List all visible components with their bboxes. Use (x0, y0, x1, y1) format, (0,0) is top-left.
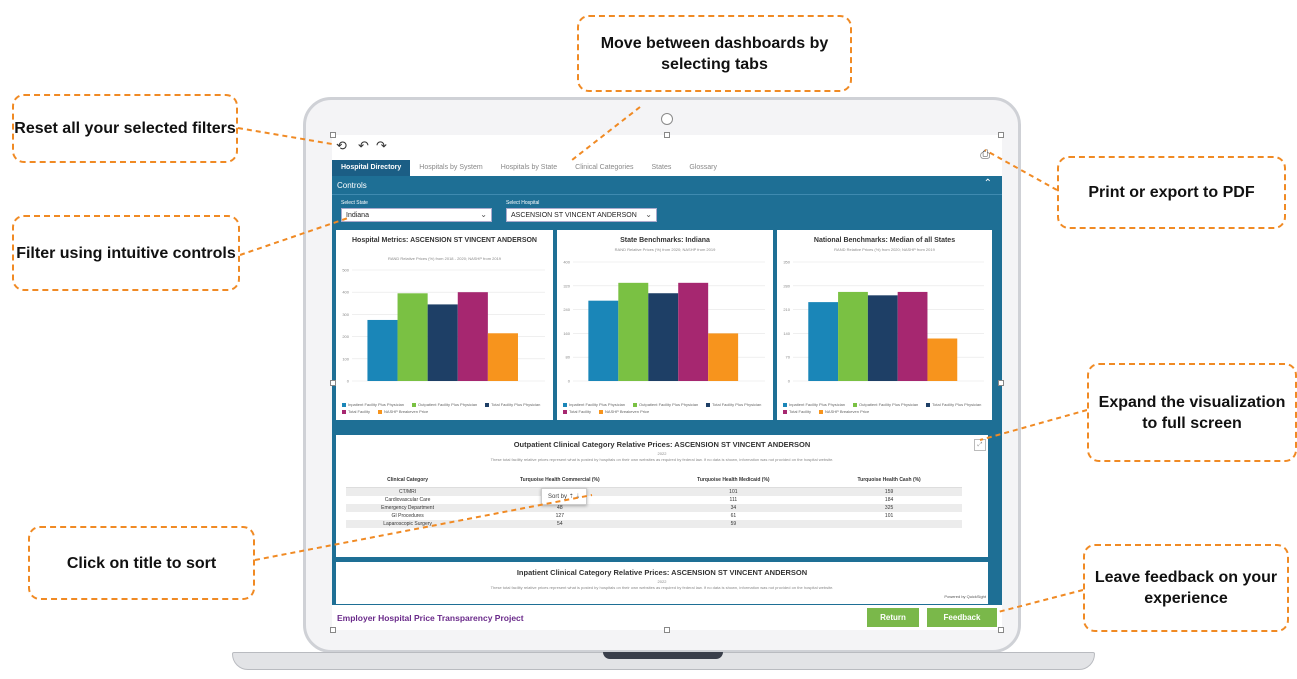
connector-print (984, 149, 1058, 191)
connector-expand (979, 409, 1088, 441)
callout-feedback: Leave feedback on your experience (1083, 544, 1289, 632)
callout-tabs: Move between dashboards by selecting tab… (577, 15, 852, 92)
callout-expand: Expand the visualization to full screen (1087, 363, 1297, 462)
connector-sort (254, 494, 593, 561)
callout-sort: Click on title to sort (28, 526, 255, 600)
callout-reset: Reset all your selected filters (12, 94, 238, 163)
callout-filter: Filter using intuitive controls (12, 215, 240, 291)
callout-print: Print or export to PDF (1057, 156, 1286, 229)
connector-feedback (997, 589, 1084, 613)
connector-tabs (571, 106, 641, 161)
connector-reset (237, 127, 333, 145)
connector-filter (239, 217, 349, 256)
